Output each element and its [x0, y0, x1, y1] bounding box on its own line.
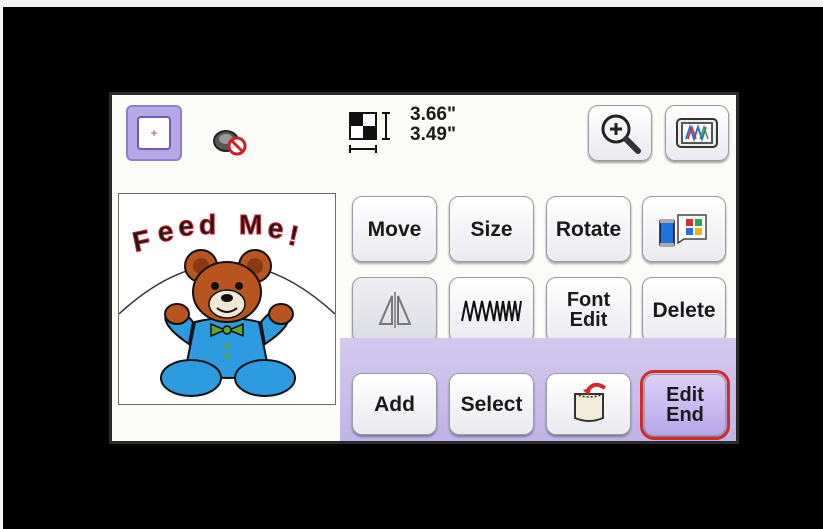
mirror-button[interactable]: [352, 277, 437, 343]
rotate-button[interactable]: Rotate: [546, 196, 631, 262]
font-edit-label-line2: Edit: [569, 309, 608, 331]
size-button[interactable]: Size: [449, 196, 534, 262]
memory-button[interactable]: [546, 373, 631, 435]
edit-end-label-line1: Edit: [666, 384, 704, 406]
design-lettering: F: [130, 224, 153, 258]
design-preview: F e e d M e !: [118, 193, 336, 405]
svg-text:!: !: [286, 220, 302, 252]
edit-end-button[interactable]: Edit End: [640, 370, 730, 440]
embroidery-frame-icon[interactable]: +: [126, 105, 182, 161]
font-edit-label-line1: Font: [566, 289, 611, 311]
move-button[interactable]: Move: [352, 196, 437, 262]
lcd-screen: + 3.66" 3.49" F e e d M e ! Move Size Ro…: [109, 92, 739, 444]
design-dimensions: 3.66" 3.49": [410, 105, 456, 145]
move-label: Move: [367, 217, 422, 241]
edit-end-label-line2: End: [666, 404, 704, 426]
memory-pocket-icon: [573, 382, 606, 422]
density-button[interactable]: [449, 277, 534, 343]
size-label: Size: [470, 217, 513, 241]
svg-text:e: e: [177, 210, 195, 242]
add-button[interactable]: Add: [352, 373, 437, 435]
embroidery-preview-icon: [676, 118, 718, 148]
select-label: Select: [460, 392, 523, 416]
font-edit-button[interactable]: Font Edit: [546, 277, 631, 343]
design-size-icon: [349, 112, 390, 153]
svg-text:d: d: [199, 209, 216, 240]
mirror-flip-icon: [377, 292, 412, 328]
svg-text:M: M: [239, 209, 262, 240]
magnifier-zoom-icon: [601, 114, 641, 154]
top-toolbar: + 3.66" 3.49": [112, 95, 736, 189]
zoom-button[interactable]: [588, 105, 652, 161]
machine-bezel: + 3.66" 3.49" F e e d M e ! Move Size Ro…: [0, 0, 823, 529]
rotate-label: Rotate: [555, 217, 622, 241]
stitch-density-icon: [460, 300, 522, 322]
delete-label: Delete: [652, 298, 716, 322]
svg-text:e: e: [156, 215, 176, 248]
svg-text:e: e: [266, 212, 285, 244]
design-height: 3.49": [410, 124, 456, 145]
frame-center-icon: +: [137, 116, 171, 150]
thread-color-palette-icon: [659, 214, 707, 247]
add-label: Add: [374, 392, 415, 416]
teddy-bear-design: F e e d M e !: [118, 209, 336, 397]
thread-color-button[interactable]: [642, 196, 726, 262]
no-bobbin-icon: [213, 130, 247, 156]
preview-button[interactable]: [665, 105, 729, 161]
delete-button[interactable]: Delete: [642, 277, 726, 343]
select-button[interactable]: Select: [449, 373, 534, 435]
design-width: 3.66": [410, 104, 456, 125]
